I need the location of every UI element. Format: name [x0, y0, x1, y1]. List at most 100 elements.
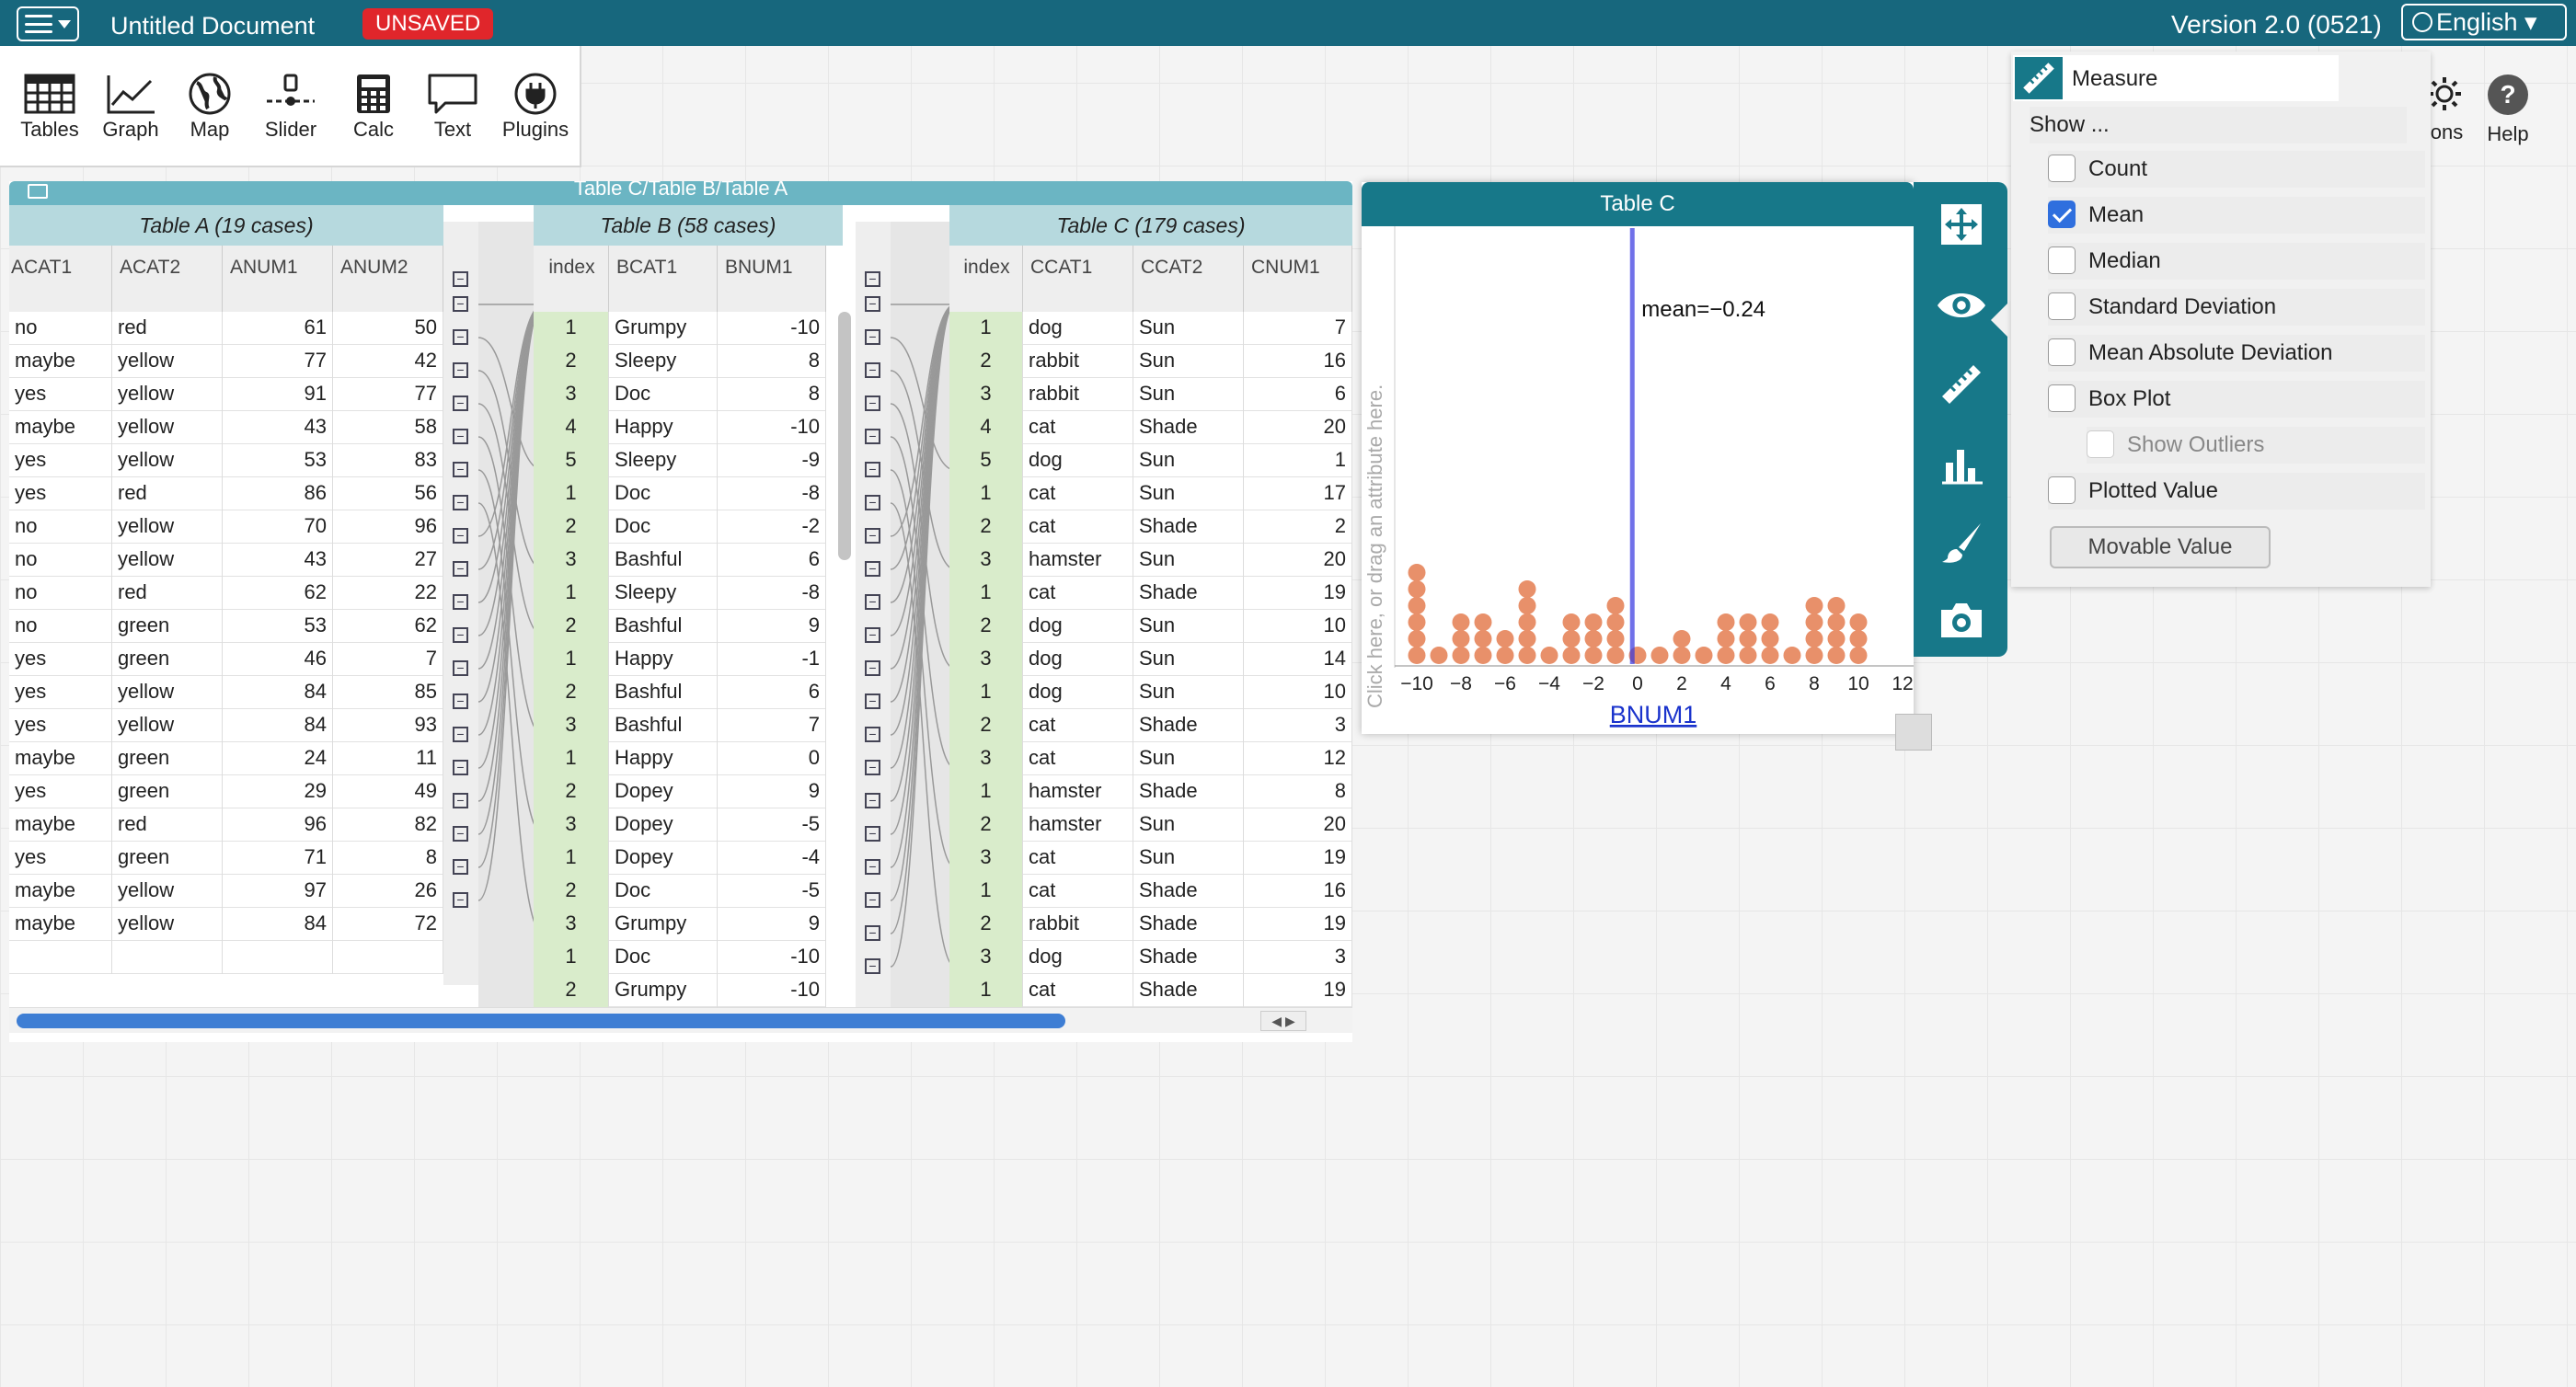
- data-point[interactable]: [1717, 630, 1735, 648]
- table-cell[interactable]: 49: [333, 775, 443, 808]
- table-cell[interactable]: no: [9, 577, 112, 610]
- table-cell[interactable]: yellow: [112, 709, 223, 742]
- table-cell[interactable]: red: [112, 312, 223, 345]
- table-cell[interactable]: 3: [949, 378, 1023, 411]
- table-cell[interactable]: yes: [9, 378, 112, 411]
- table-cell[interactable]: yes: [9, 444, 112, 477]
- plotted-value-checkbox[interactable]: [2048, 476, 2076, 504]
- table-cell[interactable]: Doc: [609, 875, 718, 908]
- table-cell[interactable]: Grumpy: [609, 974, 718, 1007]
- data-point[interactable]: [1695, 647, 1713, 664]
- table-cell[interactable]: green: [112, 643, 223, 676]
- data-point[interactable]: [1452, 613, 1470, 631]
- collapse-case-button[interactable]: −: [865, 495, 880, 510]
- table-cell[interactable]: 19: [1244, 974, 1352, 1007]
- data-point[interactable]: [1717, 613, 1735, 631]
- rescale-button[interactable]: [1936, 199, 1987, 250]
- table-row[interactable]: 2 dog Sun 10: [949, 610, 1352, 643]
- data-point[interactable]: [1673, 647, 1691, 664]
- column-header-anum2[interactable]: ANUM2: [333, 246, 443, 312]
- table-menu-icon[interactable]: [28, 184, 48, 199]
- table-cell[interactable]: 1: [534, 941, 609, 974]
- table-cell[interactable]: Shade: [1133, 908, 1244, 941]
- table-cell[interactable]: Sleepy: [609, 444, 718, 477]
- table-cell[interactable]: Doc: [609, 510, 718, 544]
- table-row[interactable]: no yellow 43 27: [9, 544, 443, 577]
- table-cell[interactable]: 11: [333, 742, 443, 775]
- table-cell[interactable]: Shade: [1133, 577, 1244, 610]
- table-cell[interactable]: Dopey: [609, 775, 718, 808]
- table-cell[interactable]: no: [9, 312, 112, 345]
- collapse-case-button[interactable]: −: [453, 660, 468, 676]
- table-cell[interactable]: maybe: [9, 411, 112, 444]
- table-cell[interactable]: 1: [534, 577, 609, 610]
- standard-deviation-checkbox[interactable]: [2048, 292, 2076, 320]
- data-point[interactable]: [1606, 630, 1625, 648]
- table-row[interactable]: yes green 71 8: [9, 842, 443, 875]
- table-cell[interactable]: hamster: [1023, 544, 1133, 577]
- data-point[interactable]: [1562, 630, 1581, 648]
- table-cell[interactable]: cat: [1023, 842, 1133, 875]
- empty-cell[interactable]: [333, 941, 443, 974]
- data-point[interactable]: [1739, 613, 1757, 631]
- data-point[interactable]: [1452, 630, 1470, 648]
- table-cell[interactable]: Shade: [1133, 709, 1244, 742]
- table-row[interactable]: 3 Dopey -5: [534, 808, 826, 842]
- data-point[interactable]: [1496, 630, 1514, 648]
- table-row[interactable]: 1 Doc -8: [534, 477, 826, 510]
- count-checkbox[interactable]: [2048, 154, 2076, 182]
- table-cell[interactable]: 1: [534, 643, 609, 676]
- collapse-case-button[interactable]: −: [865, 826, 880, 842]
- table-cell[interactable]: yes: [9, 775, 112, 808]
- table-cell[interactable]: 8: [1244, 775, 1352, 808]
- collapse-case-button[interactable]: −: [453, 296, 468, 312]
- data-point[interactable]: [1540, 647, 1558, 664]
- table-row[interactable]: no yellow 70 96: [9, 510, 443, 544]
- data-point[interactable]: [1739, 630, 1757, 648]
- table-cell[interactable]: 93: [333, 709, 443, 742]
- table-cell[interactable]: -9: [718, 444, 826, 477]
- table-cell[interactable]: Shade: [1133, 775, 1244, 808]
- table-cell[interactable]: yes: [9, 676, 112, 709]
- data-point[interactable]: [1805, 630, 1823, 648]
- data-point[interactable]: [1584, 613, 1603, 631]
- table-cell[interactable]: 7: [333, 643, 443, 676]
- table-cell[interactable]: 62: [223, 577, 333, 610]
- table-cell[interactable]: -10: [718, 941, 826, 974]
- data-point[interactable]: [1474, 630, 1492, 648]
- data-point[interactable]: [1827, 630, 1846, 648]
- case-table-titlebar[interactable]: Table C/Table B/Table A: [9, 181, 1352, 205]
- table-cell[interactable]: hamster: [1023, 775, 1133, 808]
- table-row[interactable]: 3 hamster Sun 20: [949, 544, 1352, 577]
- table-row[interactable]: 2 Doc -2: [534, 510, 826, 544]
- calc-tool-button[interactable]: Calc: [335, 72, 412, 142]
- table-cell[interactable]: dog: [1023, 676, 1133, 709]
- table-cell[interactable]: dog: [1023, 610, 1133, 643]
- table-cell[interactable]: 1: [534, 842, 609, 875]
- collapse-case-button[interactable]: −: [453, 495, 468, 510]
- plotted-value-option[interactable]: Plotted Value: [2048, 473, 2425, 510]
- horizontal-scrollbar[interactable]: ◀ ▶: [9, 1007, 1352, 1033]
- data-point[interactable]: [1827, 597, 1846, 614]
- data-point[interactable]: [1761, 630, 1779, 648]
- table-cell[interactable]: red: [112, 477, 223, 510]
- table-cell[interactable]: Sun: [1133, 345, 1244, 378]
- table-cell[interactable]: cat: [1023, 974, 1133, 1007]
- table-cell[interactable]: 62: [333, 610, 443, 643]
- table-cell[interactable]: rabbit: [1023, 908, 1133, 941]
- collapse-case-button[interactable]: −: [865, 395, 880, 411]
- empty-input-row[interactable]: [9, 941, 443, 974]
- movable-value-button[interactable]: Movable Value: [2050, 526, 2271, 568]
- collapse-case-button[interactable]: −: [453, 429, 468, 444]
- measure-button[interactable]: [1936, 359, 1987, 410]
- table-row[interactable]: yes yellow 53 83: [9, 444, 443, 477]
- box-plot-option[interactable]: Box Plot: [2048, 381, 2425, 418]
- mean-option[interactable]: Mean: [2048, 197, 2425, 234]
- table-cell[interactable]: 7: [718, 709, 826, 742]
- column-header-acat2[interactable]: ACAT2: [112, 246, 223, 312]
- table-cell[interactable]: yellow: [112, 378, 223, 411]
- data-point[interactable]: [1761, 613, 1779, 631]
- graph-tool-button[interactable]: Graph: [92, 72, 169, 142]
- data-point[interactable]: [1606, 613, 1625, 631]
- table-row[interactable]: 2 cat Shade 3: [949, 709, 1352, 742]
